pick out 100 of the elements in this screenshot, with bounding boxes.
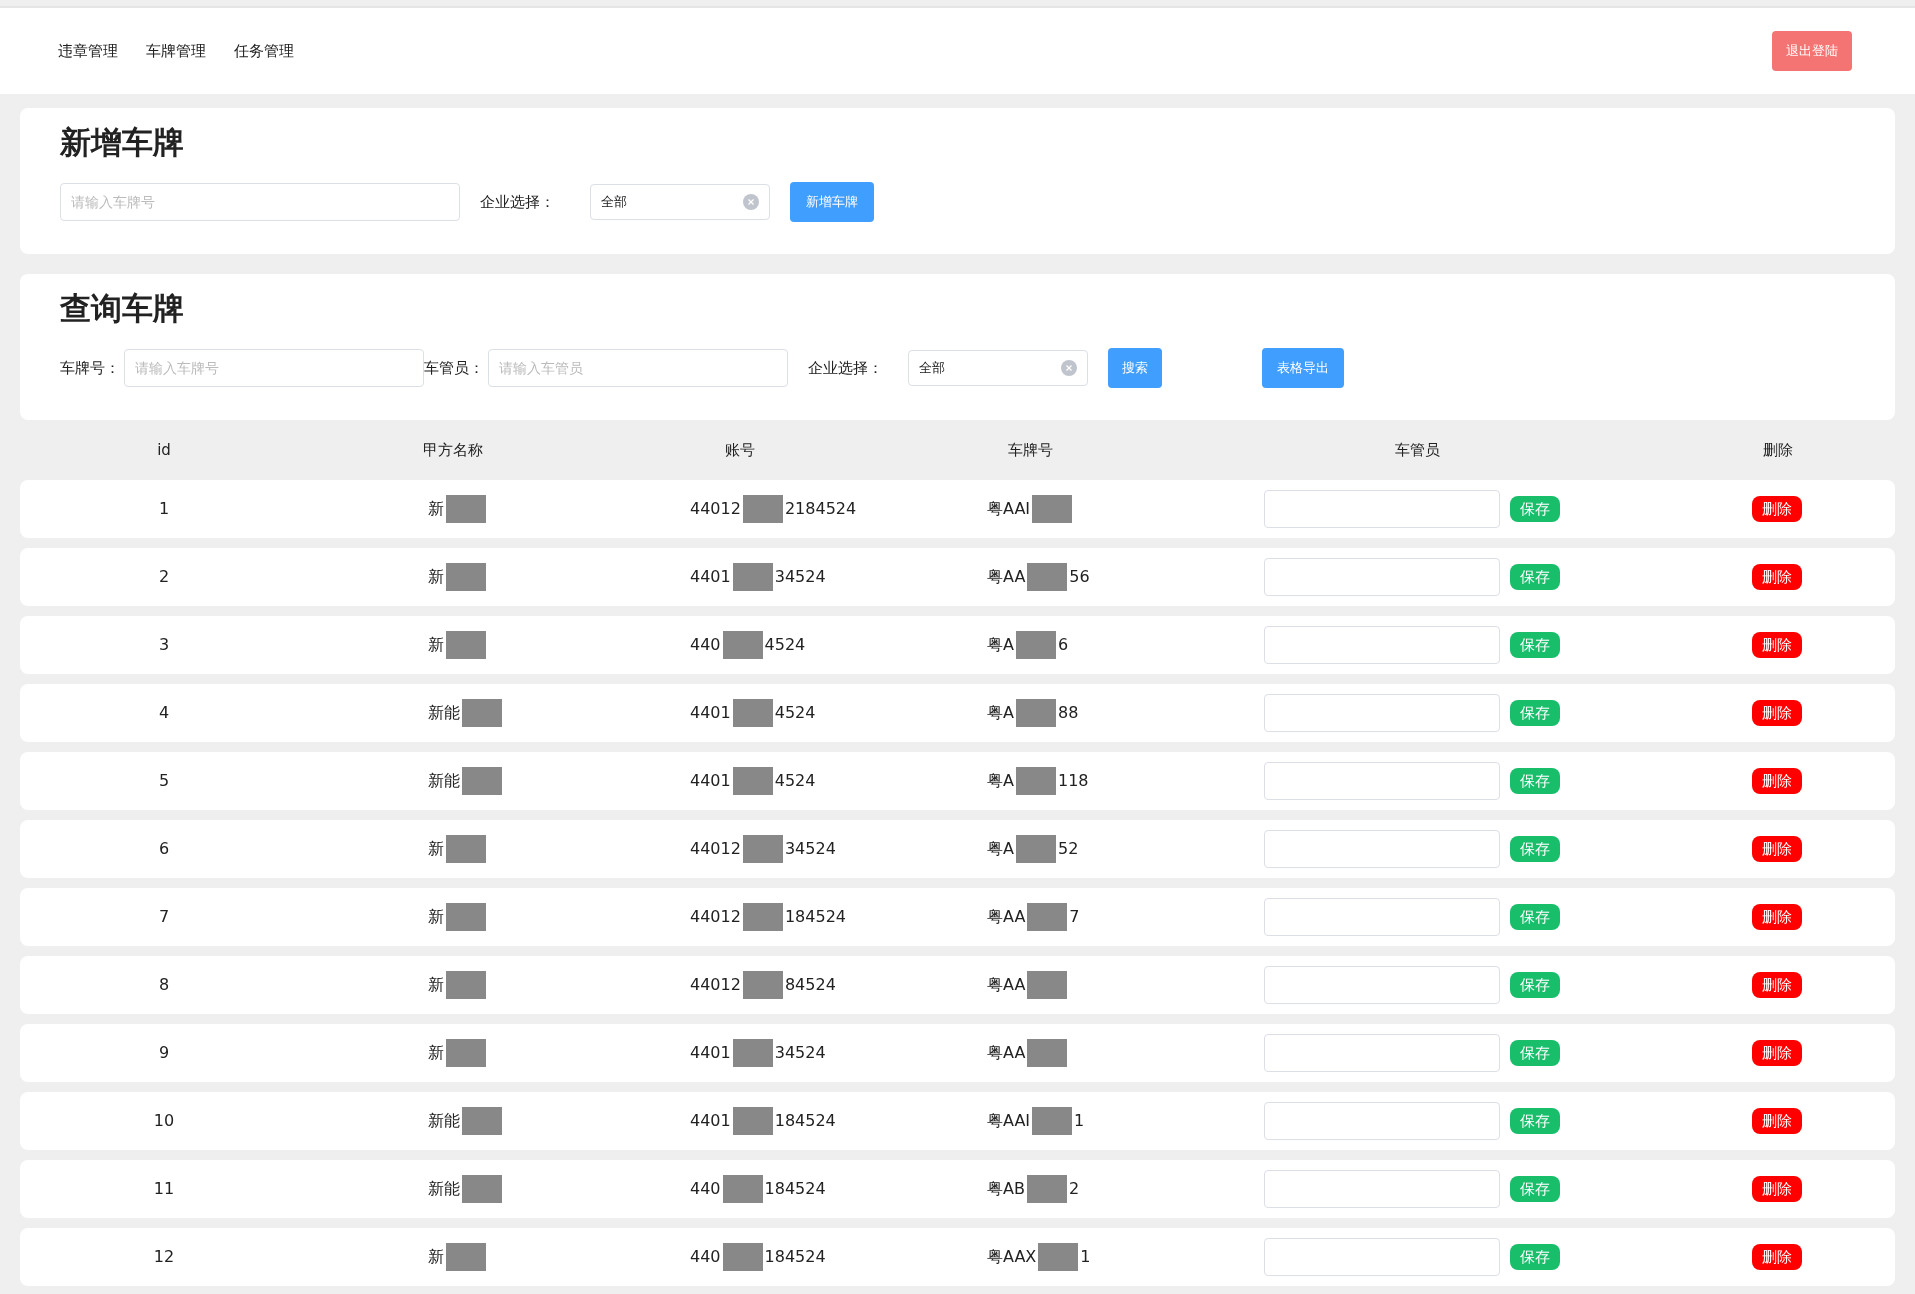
column-header: 删除 (1763, 439, 1793, 461)
redaction-block (1027, 1039, 1068, 1067)
table-cell-text: 440 (690, 1178, 721, 1200)
table-cell-text: 粤A (987, 634, 1014, 656)
delete-button[interactable]: 删除 (1752, 768, 1802, 794)
field-label: 企业选择： (480, 191, 556, 213)
table-cell-text: 2 (1068, 1178, 1080, 1200)
nav-link[interactable]: 车牌管理 (146, 39, 206, 63)
input-field[interactable]: 请输入车管员 (488, 349, 788, 387)
manager-input[interactable] (1264, 898, 1500, 936)
clear-icon[interactable] (743, 194, 759, 210)
redaction-block (722, 1175, 763, 1203)
company-select[interactable]: 全部 (908, 350, 1088, 386)
manager-input[interactable] (1264, 762, 1500, 800)
save-button[interactable]: 保存 (1510, 1244, 1560, 1270)
save-button[interactable]: 保存 (1510, 700, 1560, 726)
field-label: 企业选择： (808, 357, 884, 379)
table-cell-text: 440 (690, 634, 721, 656)
nav-link[interactable]: 违章管理 (58, 39, 118, 63)
save-button[interactable]: 保存 (1510, 632, 1560, 658)
table-cell-text: 4401 (690, 1110, 731, 1132)
redaction-block (446, 971, 486, 999)
input-field[interactable]: 请输入车牌号 (60, 183, 460, 221)
delete-button[interactable]: 删除 (1752, 972, 1802, 998)
manager-input[interactable] (1264, 1034, 1500, 1072)
redaction-block (446, 1243, 486, 1271)
table-cell-text: 6 (158, 838, 170, 860)
redaction-block (446, 835, 486, 863)
save-button[interactable]: 保存 (1510, 1108, 1560, 1134)
delete-button[interactable]: 删除 (1752, 1108, 1802, 1134)
manager-input[interactable] (1264, 830, 1500, 868)
delete-button[interactable]: 删除 (1752, 836, 1802, 862)
delete-button[interactable]: 删除 (1752, 1040, 1802, 1066)
table-cell-text: 7 (1069, 906, 1080, 928)
table-cell-text: 440 (690, 1246, 721, 1268)
save-button[interactable]: 保存 (1510, 836, 1560, 862)
manager-input[interactable] (1264, 1170, 1500, 1208)
table-cell-text: 粤AA (987, 906, 1026, 928)
table-cell-text: 11 (153, 1178, 175, 1200)
table-cell-text: 184524 (774, 1110, 836, 1132)
redaction-block (742, 971, 783, 999)
table-cell-text: 4401 (690, 566, 731, 588)
table-cell-text: 4401 (690, 770, 731, 792)
table-cell-text: 新 (428, 974, 444, 996)
delete-button[interactable]: 删除 (1752, 632, 1802, 658)
delete-button[interactable]: 删除 (1752, 496, 1802, 522)
export-button[interactable]: 表格导出 (1262, 348, 1344, 388)
redaction-block (446, 495, 486, 523)
search-button[interactable]: 搜索 (1108, 348, 1162, 388)
manager-input[interactable] (1264, 694, 1500, 732)
manager-input[interactable] (1264, 558, 1500, 596)
save-button[interactable]: 保存 (1510, 564, 1560, 590)
manager-input[interactable] (1264, 1238, 1500, 1276)
table-cell-text: 12 (153, 1246, 175, 1268)
logout-button[interactable]: 退出登陆 (1772, 31, 1852, 71)
section-title: 新增车牌 (60, 123, 185, 162)
table-cell-text: 88 (1057, 702, 1079, 724)
redaction-block (1027, 971, 1068, 999)
redaction-block (722, 631, 763, 659)
save-button[interactable]: 保存 (1510, 904, 1560, 930)
manager-input[interactable] (1264, 626, 1500, 664)
save-button[interactable]: 保存 (1510, 1040, 1560, 1066)
redaction-block (446, 563, 486, 591)
save-button[interactable]: 保存 (1510, 972, 1560, 998)
input-field[interactable]: 请输入车牌号 (124, 349, 424, 387)
manager-input[interactable] (1264, 490, 1500, 528)
table-cell-text: 34524 (784, 838, 836, 860)
delete-button[interactable]: 删除 (1752, 564, 1802, 590)
table-cell-text: 34524 (774, 1042, 826, 1064)
clear-icon[interactable] (1061, 360, 1077, 376)
manager-input[interactable] (1264, 966, 1500, 1004)
table-cell-text: 9 (158, 1042, 170, 1064)
table-cell-text: 34524 (774, 566, 826, 588)
company-select[interactable]: 全部 (590, 184, 770, 220)
table-cell-text: 52 (1057, 838, 1079, 860)
delete-button[interactable]: 删除 (1752, 700, 1802, 726)
table-cell-text: 4401 (690, 702, 731, 724)
delete-button[interactable]: 删除 (1752, 1176, 1802, 1202)
table-cell-text: 44012 (690, 974, 741, 996)
redaction-block (1015, 835, 1056, 863)
delete-button[interactable]: 删除 (1752, 1244, 1802, 1270)
redaction-block (462, 1107, 502, 1135)
manager-input[interactable] (1264, 1102, 1500, 1140)
delete-button[interactable]: 删除 (1752, 904, 1802, 930)
nav-link[interactable]: 任务管理 (234, 39, 294, 63)
save-button[interactable]: 保存 (1510, 768, 1560, 794)
column-header: 甲方名称 (423, 439, 483, 461)
redaction-block (732, 1107, 773, 1135)
table-cell-text: 新 (428, 906, 444, 928)
redaction-block (742, 835, 783, 863)
add-plate-button[interactable]: 新增车牌 (790, 182, 874, 222)
table-cell-text: 粤AAX (987, 1246, 1037, 1268)
table-cell-text: 1 (1074, 1110, 1085, 1132)
redaction-block (446, 631, 486, 659)
redaction-block (1015, 767, 1056, 795)
save-button[interactable]: 保存 (1510, 1176, 1560, 1202)
table-cell-text: 44012 (690, 906, 741, 928)
table-cell-text: 4524 (764, 634, 806, 656)
redaction-block (1027, 563, 1068, 591)
save-button[interactable]: 保存 (1510, 496, 1560, 522)
